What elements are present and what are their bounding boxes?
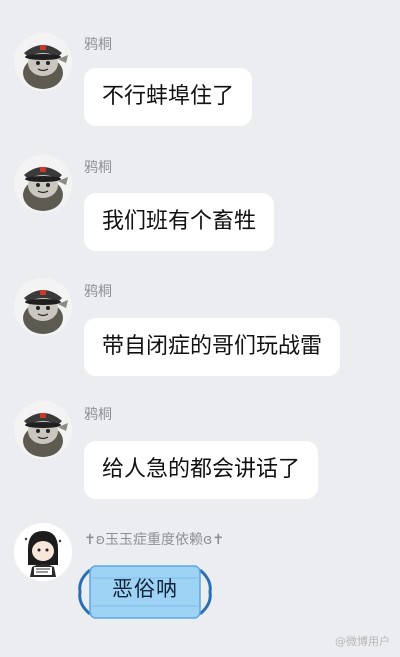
avatar[interactable] bbox=[14, 155, 72, 213]
sender-name: ✝︎ʚ玉玉症重度依赖ɞ✝︎ bbox=[84, 532, 225, 548]
sender-name: 鸦桐 bbox=[84, 407, 112, 423]
avatar[interactable] bbox=[14, 401, 72, 459]
message-bubble[interactable]: 带自闭症的哥们玩战雷 bbox=[84, 318, 341, 376]
message-bubble[interactable]: 给人急的都会讲话了 bbox=[84, 441, 319, 499]
message-bubble[interactable]: 不行蚌埠住了 bbox=[84, 68, 253, 126]
avatar[interactable] bbox=[14, 523, 72, 581]
avatar[interactable] bbox=[14, 278, 72, 336]
sender-name: 鸦桐 bbox=[84, 37, 112, 53]
officer-cat-avatar-icon bbox=[14, 278, 72, 336]
sender-name: 鸦桐 bbox=[84, 160, 112, 176]
cartoon-girl-avatar-icon bbox=[14, 523, 72, 581]
message-text: 恶俗呐 bbox=[112, 577, 178, 601]
sender-name: 鸦桐 bbox=[84, 284, 112, 300]
watermark: @微博用户 bbox=[335, 635, 390, 648]
officer-cat-avatar-icon bbox=[14, 401, 72, 459]
officer-cat-avatar-icon bbox=[14, 33, 72, 91]
avatar[interactable] bbox=[14, 33, 72, 91]
message-bubble[interactable]: 我们班有个畜牲 bbox=[84, 193, 275, 251]
mask-sticker-bubble[interactable]: 恶俗呐 bbox=[76, 562, 214, 622]
officer-cat-avatar-icon bbox=[14, 155, 72, 213]
